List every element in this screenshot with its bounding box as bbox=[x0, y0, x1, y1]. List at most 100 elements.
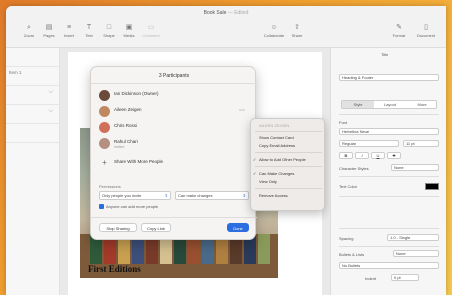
sidebar-row[interactable] bbox=[6, 48, 59, 67]
bullets-label: Bullets & Lists bbox=[339, 252, 365, 257]
text-button[interactable]: T Text bbox=[80, 23, 98, 39]
char-styles-select[interactable]: None bbox=[391, 164, 439, 171]
book bbox=[104, 238, 116, 264]
share-button[interactable]: ⇧ Share bbox=[288, 23, 306, 39]
underline-button[interactable]: U bbox=[371, 152, 385, 159]
dialog-title: 3 Participants bbox=[158, 73, 190, 79]
menu-item-show-contact[interactable]: Show Contact Card bbox=[259, 135, 294, 140]
add-icon: + bbox=[102, 158, 107, 167]
font-style-value: Regular bbox=[342, 141, 357, 146]
allow-others-checkbox[interactable]: Anyone can add more people bbox=[99, 204, 158, 210]
chevron-updown-icon: ⇕ bbox=[164, 193, 168, 198]
zoom-icon: ⌕ bbox=[27, 24, 31, 31]
italic-button[interactable]: I bbox=[355, 152, 369, 159]
divider bbox=[339, 114, 439, 115]
media-button[interactable]: ▣ Media bbox=[120, 23, 138, 39]
document-button[interactable]: ▯ Document bbox=[414, 23, 438, 39]
stop-sharing-button[interactable]: Stop Sharing bbox=[99, 223, 137, 232]
permissions-label: Permissions bbox=[99, 184, 121, 189]
more-options-icon[interactable]: ⋯ bbox=[239, 107, 245, 114]
shape-icon: □ bbox=[106, 24, 112, 31]
divider bbox=[255, 131, 322, 132]
sidebar-row[interactable]: ⌵ bbox=[6, 86, 59, 105]
divider bbox=[91, 217, 257, 218]
collaborate-label: Collaborate bbox=[263, 33, 285, 38]
indent-label: Indent bbox=[365, 276, 377, 281]
format-icon: ✎ bbox=[396, 24, 402, 31]
who-can-edit-value: Can make changes bbox=[178, 193, 213, 198]
who-can-edit-select[interactable]: Can make changes ⇕ bbox=[175, 191, 249, 200]
menu-item-view-only[interactable]: View Only bbox=[259, 179, 277, 184]
media-icon: ▣ bbox=[125, 24, 133, 31]
who-can-access-value: Only people you invite bbox=[102, 193, 142, 198]
tab-layout[interactable]: Layout bbox=[374, 101, 406, 108]
zoom-button[interactable]: ⌕ Zoom bbox=[20, 23, 38, 39]
sidebar-row[interactable]: ⌵ bbox=[6, 105, 59, 124]
format-inspector: Title Heading & Footer Style Layout More… bbox=[330, 48, 446, 295]
strikethrough-button[interactable]: S bbox=[387, 152, 401, 159]
collaborate-button[interactable]: ☺ Collaborate bbox=[262, 23, 286, 39]
document-heading[interactable]: First Editions bbox=[88, 264, 141, 274]
insert-button[interactable]: ≡ Insert bbox=[60, 23, 78, 39]
menu-item-remove-access[interactable]: Remove Access bbox=[259, 193, 288, 198]
avatar bbox=[99, 90, 110, 101]
text-label: Text bbox=[85, 33, 93, 38]
indent-field[interactable]: 0 pt bbox=[391, 274, 419, 281]
divider bbox=[255, 188, 322, 189]
participants-dialog: 3 Participants Ian Dickinson (Owner) Ail… bbox=[90, 66, 257, 240]
font-family-value: Helvetica Neue bbox=[342, 129, 370, 134]
spacing-select[interactable]: 1.0 - Single bbox=[387, 234, 439, 241]
menu-item-can-make-changes[interactable]: Can Make Changes bbox=[253, 171, 294, 176]
bullet-style-select[interactable]: No Bullets bbox=[339, 262, 439, 269]
pages-window: Book Sale — Edited ⌕ Zoom ▤ Pages ≡ Insert … bbox=[6, 6, 446, 295]
comment-button[interactable]: ▭ Comment bbox=[142, 23, 160, 39]
media-label: Media bbox=[123, 33, 135, 38]
text-icon: T bbox=[86, 24, 92, 31]
format-button[interactable]: ✎ Format bbox=[390, 23, 408, 39]
indent-value: 0 pt bbox=[394, 275, 401, 280]
tab-more[interactable]: More bbox=[406, 101, 438, 108]
participant-status: Invited bbox=[114, 145, 125, 149]
text-color-swatch[interactable] bbox=[425, 183, 439, 190]
sidebar-row[interactable]: Item 1 bbox=[6, 67, 59, 86]
chevron-updown-icon: ⇕ bbox=[242, 193, 246, 198]
done-button[interactable]: Done bbox=[227, 223, 249, 232]
chevron-down-icon[interactable]: ⌵ bbox=[48, 108, 53, 115]
sidebar-row[interactable] bbox=[6, 124, 59, 143]
shape-button[interactable]: □ Shape bbox=[100, 23, 118, 39]
char-styles-value: None bbox=[394, 165, 404, 170]
font-size-field[interactable]: 11 pt bbox=[403, 140, 439, 147]
sidebar: Item 1 ⌵ ⌵ bbox=[6, 48, 60, 295]
font-size-value: 11 pt bbox=[406, 141, 415, 146]
copy-link-button[interactable]: Copy Link bbox=[141, 223, 171, 232]
share-more-row[interactable]: + Share With More People bbox=[99, 157, 249, 171]
pages-button[interactable]: ▤ Pages bbox=[40, 23, 58, 39]
font-style-select[interactable]: Regular bbox=[339, 140, 399, 147]
book bbox=[188, 239, 200, 264]
book bbox=[132, 240, 144, 264]
participant-row[interactable]: Chris Rossi bbox=[99, 121, 249, 135]
bold-button[interactable]: B bbox=[339, 152, 353, 159]
zoom-label: Zoom bbox=[23, 33, 35, 38]
font-family-select[interactable]: Helvetica Neue bbox=[339, 128, 439, 135]
menu-item-copy-email[interactable]: Copy Email Address bbox=[259, 143, 295, 148]
participant-row[interactable]: Ian Dickinson (Owner) bbox=[99, 89, 249, 103]
checkbox-checked-icon bbox=[99, 204, 104, 210]
participant-row[interactable]: Aileen Zeigen ⋯ bbox=[99, 105, 249, 119]
insert-label: Insert bbox=[63, 33, 74, 38]
document-icon: ▯ bbox=[424, 24, 428, 31]
participant-name: Ian Dickinson (Owner) bbox=[114, 91, 159, 96]
bullets-select[interactable]: None bbox=[393, 250, 439, 257]
share-icon: ⇧ bbox=[294, 24, 300, 31]
chevron-down-icon[interactable]: ⌵ bbox=[48, 89, 53, 96]
who-can-access-select[interactable]: Only people you invite ⇕ bbox=[99, 191, 171, 200]
participant-row[interactable]: Rahul Chari Invited bbox=[99, 137, 249, 151]
font-label: Font bbox=[339, 120, 348, 125]
tab-style[interactable]: Style bbox=[342, 101, 374, 108]
format-label: Format bbox=[392, 33, 406, 38]
divider bbox=[255, 166, 322, 167]
shape-label: Shape bbox=[103, 33, 115, 38]
text-color-label: Text Color bbox=[339, 184, 358, 189]
menu-item-allow-add[interactable]: Allow to Add Other People bbox=[253, 157, 306, 162]
paragraph-style-select[interactable]: Heading & Footer bbox=[339, 74, 439, 81]
